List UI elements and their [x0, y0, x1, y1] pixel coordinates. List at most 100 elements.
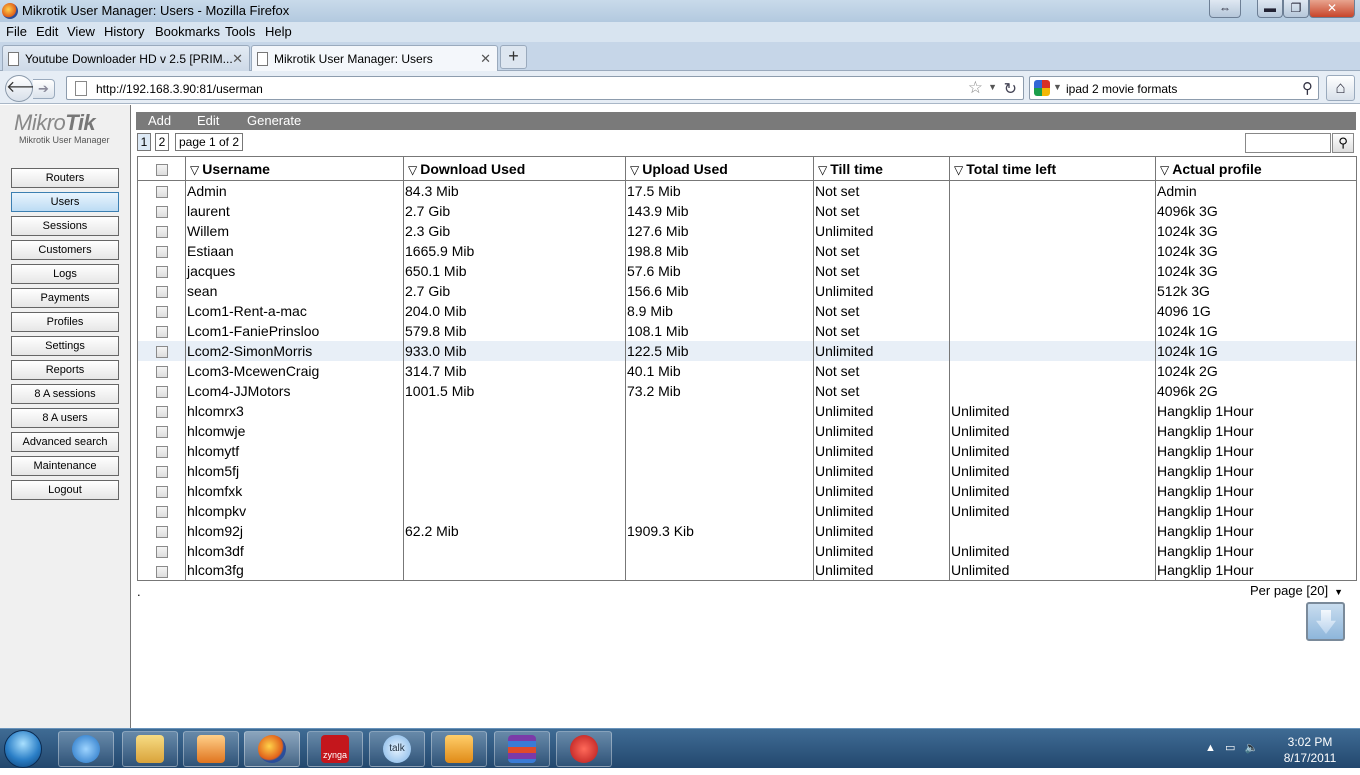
sidebar-item-maintenance[interactable]: Maintenance [11, 456, 119, 476]
table-row[interactable]: hlcom3fg Unlimited Unlimited Hangklip 1Hour [137, 560, 1357, 581]
search-icon[interactable]: ⚲ [1302, 79, 1313, 97]
cell-username[interactable]: Lcom4-JJMotors [185, 380, 404, 401]
row-checkbox[interactable] [137, 200, 186, 221]
cell-username[interactable]: hlcomrx3 [185, 400, 404, 421]
cell-username[interactable]: hlcom5fj [185, 460, 404, 481]
sidebar-item-payments[interactable]: Payments [11, 288, 119, 308]
column-header-total-time-left[interactable]: ▽ Total time left [949, 156, 1156, 181]
row-checkbox[interactable] [137, 360, 186, 381]
column-header-upload-used[interactable]: ▽ Upload Used [625, 156, 814, 181]
new-tab-button[interactable]: + [500, 45, 527, 69]
row-checkbox[interactable] [137, 260, 186, 281]
table-row[interactable]: hlcomytf Unlimited Unlimited Hangklip 1Hour [137, 440, 1357, 461]
menu-edit[interactable]: Edit [36, 24, 58, 39]
table-row[interactable]: hlcom5fj Unlimited Unlimited Hangklip 1Hour [137, 460, 1357, 481]
row-checkbox[interactable] [137, 540, 186, 561]
chevron-down-icon[interactable]: ▼ [988, 82, 997, 92]
table-row[interactable]: Admin 84.3 Mib 17.5 Mib Not set Admin [137, 180, 1357, 201]
system-tray[interactable]: ▲ ▭ 🔈 [1205, 741, 1258, 754]
table-row[interactable]: hlcom3df Unlimited Unlimited Hangklip 1Hour [137, 540, 1357, 561]
google-icon[interactable] [1034, 80, 1050, 96]
sidebar-item-profiles[interactable]: Profiles [11, 312, 119, 332]
row-checkbox[interactable] [137, 460, 186, 481]
table-row[interactable]: Lcom1-Rent-a-mac 204.0 Mib 8.9 Mib Not set 4… [137, 300, 1357, 321]
table-row[interactable]: hlcomrx3 Unlimited Unlimited Hangklip 1Hour [137, 400, 1357, 421]
page-1-link[interactable]: 1 [137, 133, 151, 151]
table-row[interactable]: Willem 2.3 Gib 127.6 Mib Unlimited 1024k 3G [137, 220, 1357, 241]
row-checkbox[interactable] [137, 340, 186, 361]
sidebar-item-reports[interactable]: Reports [11, 360, 119, 380]
row-checkbox[interactable] [137, 420, 186, 441]
reload-icon[interactable]: ↻ [1004, 79, 1017, 99]
cell-username[interactable]: hlcomytf [185, 440, 404, 461]
table-row[interactable]: Lcom4-JJMotors 1001.5 Mib 73.2 Mib Not set 4… [137, 380, 1357, 401]
cell-username[interactable]: Lcom2-SimonMorris [185, 340, 404, 361]
sidebar-item-customers[interactable]: Customers [11, 240, 119, 260]
folder-icon[interactable] [122, 731, 178, 767]
sidebar-item-8-a-sessions[interactable]: 8 A sessions [11, 384, 119, 404]
menu-history[interactable]: History [104, 24, 144, 39]
restore-tabs-icon[interactable]: ⇔ [1209, 0, 1241, 18]
minimize-button[interactable]: ▬ [1257, 0, 1283, 18]
sidebar-item-settings[interactable]: Settings [11, 336, 119, 356]
menu-file[interactable]: File [6, 24, 27, 39]
back-button[interactable]: 🡐 [5, 75, 49, 102]
column-header-till-time[interactable]: ▽ Till time [813, 156, 950, 181]
edit-button[interactable]: Edit [197, 113, 219, 128]
bookmark-star-icon[interactable]: ☆ [968, 78, 983, 98]
row-checkbox[interactable] [137, 280, 186, 301]
tab-user-manager[interactable]: Mikrotik User Manager: Users ✕ [251, 45, 498, 72]
table-row[interactable]: hlcomfxk Unlimited Unlimited Hangklip 1Hour [137, 480, 1357, 501]
sidebar-item-logout[interactable]: Logout [11, 480, 119, 500]
row-checkbox[interactable] [137, 400, 186, 421]
table-row[interactable]: hlcom92j 62.2 Mib 1909.3 Kib Unlimited Hangk… [137, 520, 1357, 541]
maximize-button[interactable]: ❐ [1283, 0, 1309, 18]
cell-username[interactable]: Admin [185, 180, 404, 201]
row-checkbox[interactable] [137, 480, 186, 501]
table-row[interactable]: hlcomwje Unlimited Unlimited Hangklip 1Hour [137, 420, 1357, 441]
menu-bookmarks[interactable]: Bookmarks [155, 24, 220, 39]
cell-username[interactable]: hlcom3fg [185, 560, 404, 581]
filter-input[interactable] [1245, 133, 1331, 153]
winrar-icon[interactable] [494, 731, 550, 767]
cell-username[interactable]: Willem [185, 220, 404, 241]
firefox-icon[interactable] [244, 731, 300, 767]
cell-username[interactable]: jacques [185, 260, 404, 281]
row-checkbox[interactable] [137, 380, 186, 401]
close-tab-icon[interactable]: ✕ [480, 51, 491, 67]
clock[interactable]: 3:02 PM 8/17/2011 [1280, 734, 1340, 766]
search-icon[interactable]: ⚲ [1332, 133, 1354, 153]
table-row[interactable]: Lcom1-FaniePrinsloo 579.8 Mib 108.1 Mib Not… [137, 320, 1357, 341]
url-bar[interactable]: http://192.168.3.90:81/userman ☆ ▼ ↻ [66, 76, 1024, 100]
row-checkbox[interactable] [137, 500, 186, 521]
column-header-username[interactable]: ▽ Username [185, 156, 404, 181]
forward-button[interactable]: ➔ [33, 79, 55, 99]
table-row[interactable]: Lcom2-SimonMorris 933.0 Mib 122.5 Mib Unlim… [137, 340, 1357, 361]
row-checkbox[interactable] [137, 180, 186, 201]
sidebar-item-advanced-search[interactable]: Advanced search [11, 432, 119, 452]
sidebar-item-sessions[interactable]: Sessions [11, 216, 119, 236]
add-button[interactable]: Add [148, 113, 171, 128]
table-row[interactable]: hlcompkv Unlimited Unlimited Hangklip 1Hour [137, 500, 1357, 521]
menu-tools[interactable]: Tools [225, 24, 255, 39]
close-button[interactable]: ✕ [1309, 0, 1355, 18]
menu-help[interactable]: Help [265, 24, 292, 39]
row-checkbox[interactable] [137, 560, 186, 581]
sidebar-item-logs[interactable]: Logs [11, 264, 119, 284]
table-row[interactable]: laurent 2.7 Gib 143.9 Mib Not set 4096k 3G [137, 200, 1357, 221]
row-checkbox[interactable] [137, 300, 186, 321]
row-checkbox[interactable] [137, 320, 186, 341]
row-checkbox[interactable] [137, 520, 186, 541]
search-bar[interactable]: ▼ ipad 2 movie formats ⚲ [1029, 76, 1319, 100]
media-player-icon[interactable] [183, 731, 239, 767]
internet-explorer-icon[interactable] [58, 731, 114, 767]
per-page-select[interactable]: Per page [20] ▼ [1250, 583, 1343, 598]
tab-youtube-downloader[interactable]: Youtube Downloader HD v 2.5 [PRIM... ✕ [2, 45, 250, 71]
cell-username[interactable]: hlcompkv [185, 500, 404, 521]
generate-button[interactable]: Generate [247, 113, 301, 128]
sidebar-item-8-a-users[interactable]: 8 A users [11, 408, 119, 428]
cell-username[interactable]: Lcom3-McewenCraig [185, 360, 404, 381]
cell-username[interactable]: Lcom1-Rent-a-mac [185, 300, 404, 321]
cell-username[interactable]: hlcom92j [185, 520, 404, 541]
cell-username[interactable]: sean [185, 280, 404, 301]
